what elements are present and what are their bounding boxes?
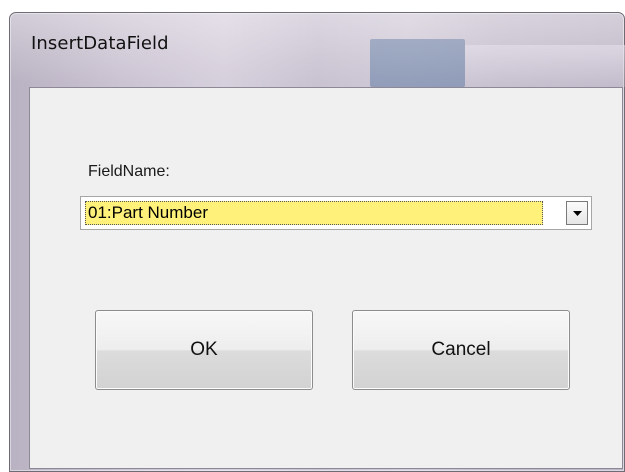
background-window-glimpse <box>370 39 465 87</box>
ok-button[interactable]: OK <box>95 310 313 390</box>
field-name-combobox[interactable]: 01:Part Number <box>80 196 592 230</box>
title-bar-glass <box>465 45 625 87</box>
chevron-down-icon <box>572 210 582 216</box>
dialog-title: InsertDataField <box>31 33 169 54</box>
field-name-selected-value[interactable]: 01:Part Number <box>85 201 543 225</box>
dropdown-button[interactable] <box>566 201 588 225</box>
cancel-button[interactable]: Cancel <box>352 310 570 390</box>
insert-data-field-dialog: InsertDataField FieldName: 01:Part Numbe… <box>9 12 625 472</box>
field-name-label: FieldName: <box>88 163 170 180</box>
dialog-client-area: FieldName: 01:Part Number OK Cancel <box>29 87 623 469</box>
